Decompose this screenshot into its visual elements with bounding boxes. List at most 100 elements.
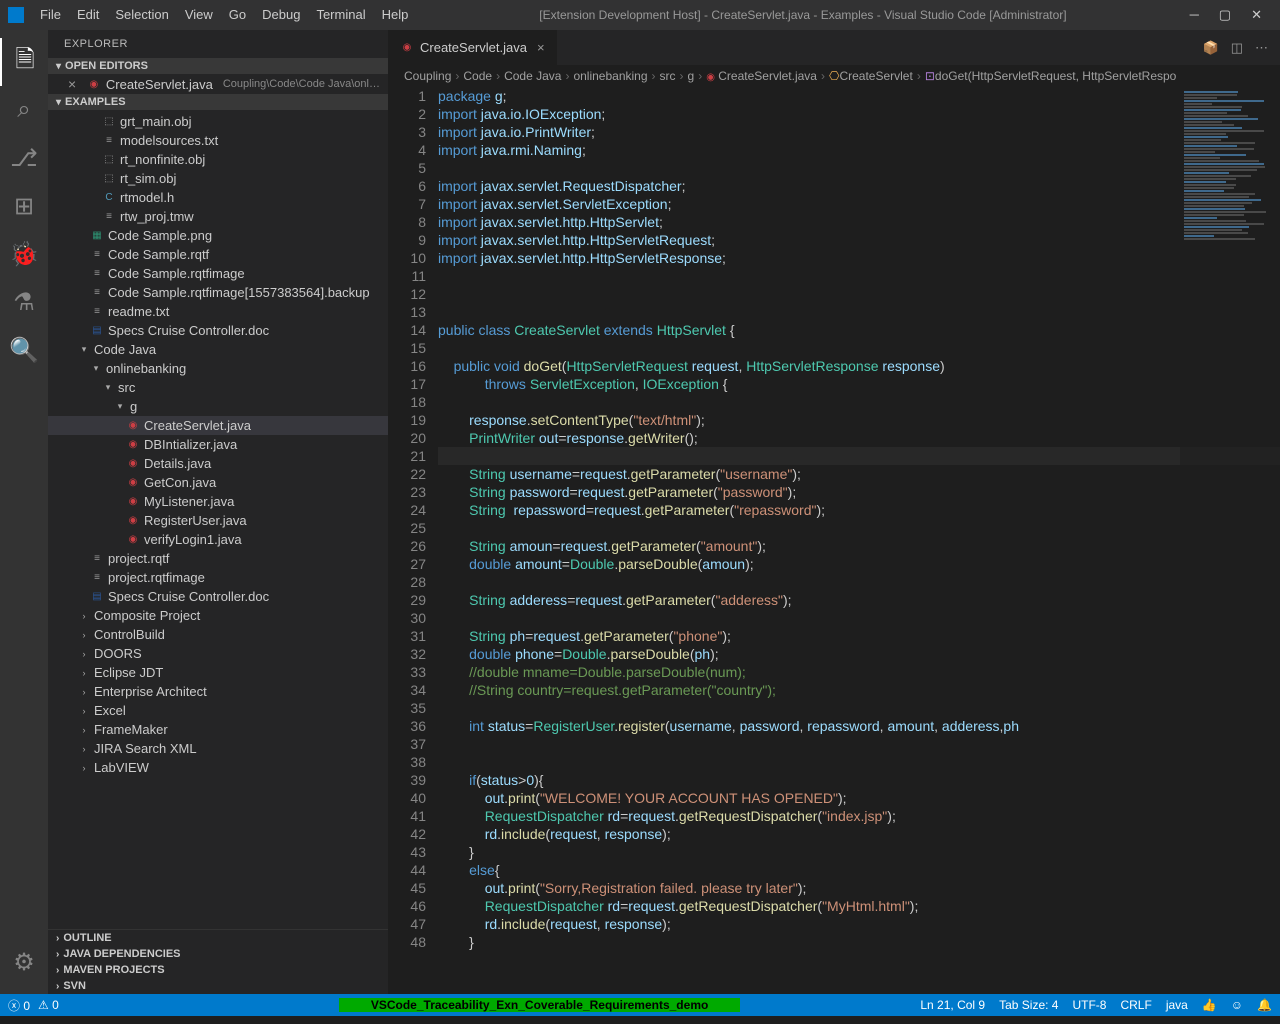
encoding[interactable]: UTF-8	[1072, 998, 1106, 1012]
section-header-outline[interactable]: ›OUTLINE	[48, 930, 388, 946]
breadcrumb-item[interactable]: g	[688, 69, 695, 83]
breadcrumb-item[interactable]: ⎔CreateServlet	[829, 69, 913, 83]
file-item[interactable]: ≡project.rqtf	[48, 549, 388, 568]
search-alt-activity-icon[interactable]: 🔍	[0, 326, 48, 374]
folder-item[interactable]: ▾Code Java	[48, 340, 388, 359]
code-line[interactable]: PrintWriter out=response.getWriter();	[438, 429, 1280, 447]
section-header-svn[interactable]: ›SVN	[48, 978, 388, 994]
file-item[interactable]: ≡modelsources.txt	[48, 131, 388, 150]
thumbs-up-icon[interactable]: 👍	[1202, 998, 1217, 1012]
code-line[interactable]: public class CreateServlet extends HttpS…	[438, 321, 1280, 339]
code-line[interactable]: //String country=request.getParameter("c…	[438, 681, 1280, 699]
folder-item[interactable]: ▾src	[48, 378, 388, 397]
workspace-header[interactable]: ▾ EXAMPLES	[48, 94, 388, 110]
code-line[interactable]	[438, 609, 1280, 627]
file-item[interactable]: ≡readme.txt	[48, 302, 388, 321]
breadcrumb-item[interactable]: ⊡doGet(HttpServletRequest, HttpServletRe…	[925, 69, 1177, 83]
file-item[interactable]: ◉Details.java	[48, 454, 388, 473]
code-line[interactable]	[438, 519, 1280, 537]
close-tab-icon[interactable]: ×	[537, 40, 545, 55]
source-control-activity-icon[interactable]: ⎇	[0, 134, 48, 182]
code-line[interactable]: import javax.servlet.http.HttpServletRes…	[438, 249, 1280, 267]
code-line[interactable]: response.setContentType("text/html");	[438, 411, 1280, 429]
breadcrumb-item[interactable]: Code	[463, 69, 492, 83]
menu-file[interactable]: File	[32, 7, 69, 22]
folder-item[interactable]: ›FrameMaker	[48, 720, 388, 739]
menu-edit[interactable]: Edit	[69, 7, 107, 22]
code-line[interactable]	[438, 303, 1280, 321]
editor-tab[interactable]: ◉ CreateServlet.java ×	[388, 30, 558, 65]
code-line[interactable]: rd.include(request, response);	[438, 825, 1280, 843]
line-ending[interactable]: CRLF	[1120, 998, 1151, 1012]
code-editor[interactable]: 1234567891011121314151617181920212223242…	[388, 87, 1280, 994]
file-item[interactable]: ⬚rt_nonfinite.obj	[48, 150, 388, 169]
code-line[interactable]: rd.include(request, response);	[438, 915, 1280, 933]
folder-item[interactable]: ▾onlinebanking	[48, 359, 388, 378]
folder-item[interactable]: ›JIRA Search XML	[48, 739, 388, 758]
code-line[interactable]: //double mname=Double.parseDouble(num);	[438, 663, 1280, 681]
open-editors-header[interactable]: ▾ OPEN EDITORS	[48, 58, 388, 74]
code-line[interactable]: import java.rmi.Naming;	[438, 141, 1280, 159]
code-line[interactable]: import javax.servlet.RequestDispatcher;	[438, 177, 1280, 195]
cursor-position[interactable]: Ln 21, Col 9	[920, 998, 985, 1012]
code-line[interactable]: String ph=request.getParameter("phone");	[438, 627, 1280, 645]
section-header-java-dependencies[interactable]: ›JAVA DEPENDENCIES	[48, 946, 388, 962]
code-line[interactable]: String username=request.getParameter("us…	[438, 465, 1280, 483]
settings-activity-icon[interactable]: ⚙	[0, 938, 48, 986]
menu-selection[interactable]: Selection	[107, 7, 176, 22]
file-item[interactable]: ◉DBIntializer.java	[48, 435, 388, 454]
breadcrumb[interactable]: Coupling›Code›Code Java›onlinebanking›sr…	[388, 65, 1280, 87]
file-item[interactable]: ◉CreateServlet.java	[48, 416, 388, 435]
folder-item[interactable]: ›Excel	[48, 701, 388, 720]
file-item[interactable]: ⬚grt_main.obj	[48, 112, 388, 131]
code-body[interactable]: package g;import java.io.IOException;imp…	[438, 87, 1280, 994]
file-item[interactable]: ◉GetCon.java	[48, 473, 388, 492]
section-header-maven-projects[interactable]: ›MAVEN PROJECTS	[48, 962, 388, 978]
maximize-button[interactable]: ▢	[1219, 7, 1231, 23]
file-item[interactable]: ▤Specs Cruise Controller.doc	[48, 321, 388, 340]
code-line[interactable]	[438, 267, 1280, 285]
folder-item[interactable]: ›DOORS	[48, 644, 388, 663]
code-line[interactable]: RequestDispatcher rd=request.getRequestD…	[438, 897, 1280, 915]
file-item[interactable]: ◉verifyLogin1.java	[48, 530, 388, 549]
code-line[interactable]: out.print("Sorry,Registration failed. pl…	[438, 879, 1280, 897]
code-line[interactable]: import javax.servlet.http.HttpServlet;	[438, 213, 1280, 231]
code-line[interactable]	[438, 735, 1280, 753]
code-line[interactable]: String amoun=request.getParameter("amoun…	[438, 537, 1280, 555]
menu-terminal[interactable]: Terminal	[308, 7, 373, 22]
file-item[interactable]: ◉MyListener.java	[48, 492, 388, 511]
menu-go[interactable]: Go	[221, 7, 254, 22]
code-line[interactable]: }	[438, 933, 1280, 951]
breadcrumb-item[interactable]: Coupling	[404, 69, 451, 83]
breadcrumb-item[interactable]: Code Java	[504, 69, 561, 83]
breadcrumb-item[interactable]: ◉ CreateServlet.java	[706, 69, 817, 83]
file-item[interactable]: ▤Specs Cruise Controller.doc	[48, 587, 388, 606]
folder-item[interactable]: ›Composite Project	[48, 606, 388, 625]
search-activity-icon[interactable]: ⌕	[0, 86, 48, 134]
breadcrumb-item[interactable]: src	[660, 69, 676, 83]
code-line[interactable]	[438, 447, 1280, 465]
folder-item[interactable]: ›Enterprise Architect	[48, 682, 388, 701]
file-item[interactable]: ▦Code Sample.png	[48, 226, 388, 245]
code-line[interactable]: public void doGet(HttpServletRequest req…	[438, 357, 1280, 375]
debug-activity-icon[interactable]: 🐞	[0, 230, 48, 278]
code-line[interactable]: double phone=Double.parseDouble(ph);	[438, 645, 1280, 663]
breadcrumb-item[interactable]: onlinebanking	[573, 69, 647, 83]
open-editor-item[interactable]: × ◉ CreateServlet.java Coupling\Code\Cod…	[48, 74, 388, 94]
folder-item[interactable]: ›LabVIEW	[48, 758, 388, 777]
folder-item[interactable]: ▾g	[48, 397, 388, 416]
code-line[interactable]: out.print("WELCOME! YOUR ACCOUNT HAS OPE…	[438, 789, 1280, 807]
warnings-count[interactable]: ⚠ 0	[38, 998, 59, 1012]
minimap[interactable]	[1180, 87, 1280, 994]
code-line[interactable]	[438, 159, 1280, 177]
close-editor-icon[interactable]: ×	[68, 76, 82, 92]
feedback-icon[interactable]: ☺	[1231, 998, 1243, 1012]
code-line[interactable]: }	[438, 843, 1280, 861]
code-line[interactable]: package g;	[438, 87, 1280, 105]
code-line[interactable]: import javax.servlet.ServletException;	[438, 195, 1280, 213]
more-actions-icon[interactable]: ⋯	[1255, 40, 1268, 56]
file-item[interactable]: ⬚rt_sim.obj	[48, 169, 388, 188]
code-line[interactable]	[438, 393, 1280, 411]
extensions-activity-icon[interactable]: ⊞	[0, 182, 48, 230]
extension-icon[interactable]: 📦	[1203, 40, 1219, 56]
